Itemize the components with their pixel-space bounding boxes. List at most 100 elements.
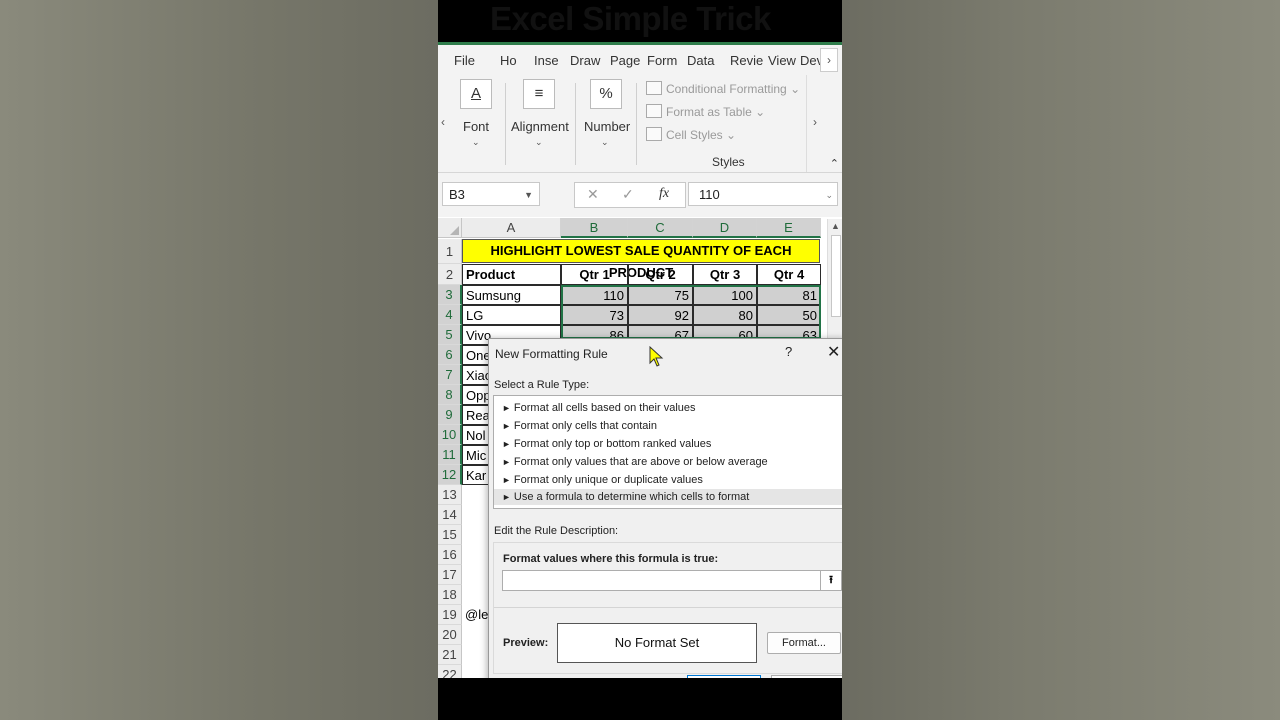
- row-header[interactable]: 13: [438, 485, 462, 505]
- row-header[interactable]: 5: [438, 325, 462, 345]
- video-background-right: [842, 0, 1280, 720]
- tab-view[interactable]: View: [768, 53, 796, 68]
- divider: [494, 607, 842, 608]
- name-box-dropdown-icon[interactable]: ▼: [524, 183, 533, 207]
- number-dropdown-icon[interactable]: ⌄: [601, 137, 609, 148]
- tabs-scroll-right-icon[interactable]: ›: [820, 48, 838, 72]
- collapse-dialog-icon[interactable]: ⭱: [820, 570, 842, 591]
- tab-page-layout[interactable]: Page: [610, 53, 640, 68]
- row-header[interactable]: 11: [438, 445, 462, 465]
- header-cell-qtr4[interactable]: Qtr 4: [757, 264, 821, 285]
- row-header[interactable]: 16: [438, 545, 462, 565]
- column-header-a[interactable]: A: [462, 218, 561, 238]
- scrollbar-thumb[interactable]: [831, 235, 841, 317]
- ribbon-separator: [806, 75, 807, 172]
- row-header[interactable]: 4: [438, 305, 462, 325]
- header-cell-qtr3[interactable]: Qtr 3: [693, 264, 757, 285]
- tab-formulas[interactable]: Form: [647, 53, 677, 68]
- product-cell[interactable]: LG: [462, 305, 561, 325]
- list-item[interactable]: ► Format only cells that contain: [502, 420, 657, 432]
- row-header[interactable]: 9: [438, 405, 462, 425]
- insert-function-icon[interactable]: fx: [659, 186, 669, 202]
- product-cell[interactable]: Sumsung: [462, 285, 561, 305]
- row-header[interactable]: 14: [438, 505, 462, 525]
- list-item-selected[interactable]: ► Use a formula to determine which cells …: [494, 489, 842, 505]
- row-header[interactable]: 12: [438, 465, 462, 485]
- cancel-button[interactable]: [771, 675, 842, 678]
- cell-styles-button[interactable]: Cell Styles ⌄: [646, 127, 736, 142]
- ok-button[interactable]: [687, 675, 761, 678]
- alignment-dropdown-icon[interactable]: ⌄: [535, 137, 543, 148]
- formula-bar: B3 ▼ ✕ ✓ fx 110 ⌄: [438, 173, 842, 217]
- row-header[interactable]: 18: [438, 585, 462, 605]
- styles-group-label: Styles: [712, 155, 745, 169]
- header-cell-qtr2[interactable]: Qtr 2: [628, 264, 693, 285]
- format-as-table-icon: [646, 104, 662, 118]
- ribbon-separator: [575, 83, 576, 165]
- row-header[interactable]: 7: [438, 365, 462, 385]
- font-dropdown-icon[interactable]: ⌄: [472, 137, 480, 148]
- row-header[interactable]: 6: [438, 345, 462, 365]
- row-header[interactable]: 20: [438, 625, 462, 645]
- column-header-d[interactable]: D: [693, 218, 757, 238]
- number-group-label[interactable]: Number: [584, 119, 630, 134]
- row-header[interactable]: 17: [438, 565, 462, 585]
- tab-draw[interactable]: Draw: [570, 53, 600, 68]
- cancel-icon[interactable]: ✕: [587, 186, 599, 203]
- close-icon[interactable]: ✕: [827, 342, 840, 362]
- font-group-label[interactable]: Font: [463, 119, 489, 134]
- header-cell-product[interactable]: Product: [462, 264, 561, 285]
- help-icon[interactable]: ?: [785, 344, 792, 359]
- list-item[interactable]: ► Format only unique or duplicate values: [502, 474, 703, 486]
- font-icon[interactable]: A: [460, 79, 492, 109]
- enter-check-icon[interactable]: ✓: [622, 186, 634, 203]
- ribbon-scroll-right-icon[interactable]: ›: [813, 115, 817, 129]
- tab-file[interactable]: File: [454, 53, 475, 68]
- rule-type-list[interactable]: ► Format all cells based on their values …: [493, 395, 842, 509]
- row-header[interactable]: 1: [438, 239, 462, 264]
- ribbon-scroll-left-icon[interactable]: ‹: [441, 115, 445, 129]
- dialog-title: New Formatting Rule: [495, 347, 608, 361]
- mouse-pointer-icon: [649, 346, 664, 367]
- row-header[interactable]: 10: [438, 425, 462, 445]
- conditional-formatting-button[interactable]: Conditional Formatting ⌄: [646, 81, 800, 96]
- tab-data[interactable]: Data: [687, 53, 714, 68]
- format-as-table-button[interactable]: Format as Table ⌄: [646, 104, 765, 119]
- bullet-arrow-icon: ►: [502, 439, 511, 449]
- alignment-group-label[interactable]: Alignment: [511, 119, 569, 134]
- alignment-icon[interactable]: ≡: [523, 79, 555, 109]
- row-header[interactable]: 2: [438, 264, 462, 285]
- header-cell-qtr1[interactable]: Qtr 1: [561, 264, 628, 285]
- row-header[interactable]: 21: [438, 645, 462, 665]
- formula-actions: ✕ ✓ fx: [574, 182, 686, 208]
- list-item[interactable]: ► Format only top or bottom ranked values: [502, 438, 711, 450]
- preview-label: Preview:: [503, 637, 549, 649]
- select-all-corner[interactable]: [438, 218, 462, 238]
- excel-window: File Ho Inse Draw Page Form Data Revie V…: [438, 42, 842, 678]
- tab-review[interactable]: Revie: [730, 53, 763, 68]
- formula-input-value: 110: [699, 187, 720, 202]
- new-formatting-rule-dialog: New Formatting Rule ? ✕ Select a Rule Ty…: [488, 338, 842, 678]
- format-button[interactable]: Format...: [767, 632, 841, 654]
- expand-formula-bar-icon[interactable]: ⌄: [825, 183, 833, 207]
- formula-input-field[interactable]: [502, 570, 824, 591]
- row-header[interactable]: 22: [438, 665, 462, 678]
- list-item[interactable]: ► Format all cells based on their values: [502, 402, 696, 414]
- list-item[interactable]: ► Format only values that are above or be…: [502, 456, 768, 468]
- formula-input[interactable]: 110 ⌄: [688, 182, 838, 206]
- banner-title-cell[interactable]: HIGHLIGHT LOWEST SALE QUANTITY OF EACH P…: [462, 239, 820, 280]
- phone-frame: File Ho Inse Draw Page Form Data Revie V…: [438, 0, 842, 720]
- tab-insert[interactable]: Inse: [534, 53, 559, 68]
- number-format-icon[interactable]: %: [590, 79, 622, 109]
- column-header-c[interactable]: C: [628, 218, 693, 238]
- column-header-e[interactable]: E: [757, 218, 821, 238]
- name-box[interactable]: B3 ▼: [442, 182, 540, 206]
- scroll-up-icon[interactable]: ▲: [831, 221, 840, 231]
- row-header[interactable]: 3: [438, 285, 462, 305]
- tab-home[interactable]: Ho: [500, 53, 517, 68]
- row-header[interactable]: 8: [438, 385, 462, 405]
- row-header[interactable]: 19: [438, 605, 462, 625]
- column-header-b[interactable]: B: [561, 218, 628, 238]
- collapse-ribbon-icon[interactable]: ⌃: [830, 157, 839, 170]
- row-header[interactable]: 15: [438, 525, 462, 545]
